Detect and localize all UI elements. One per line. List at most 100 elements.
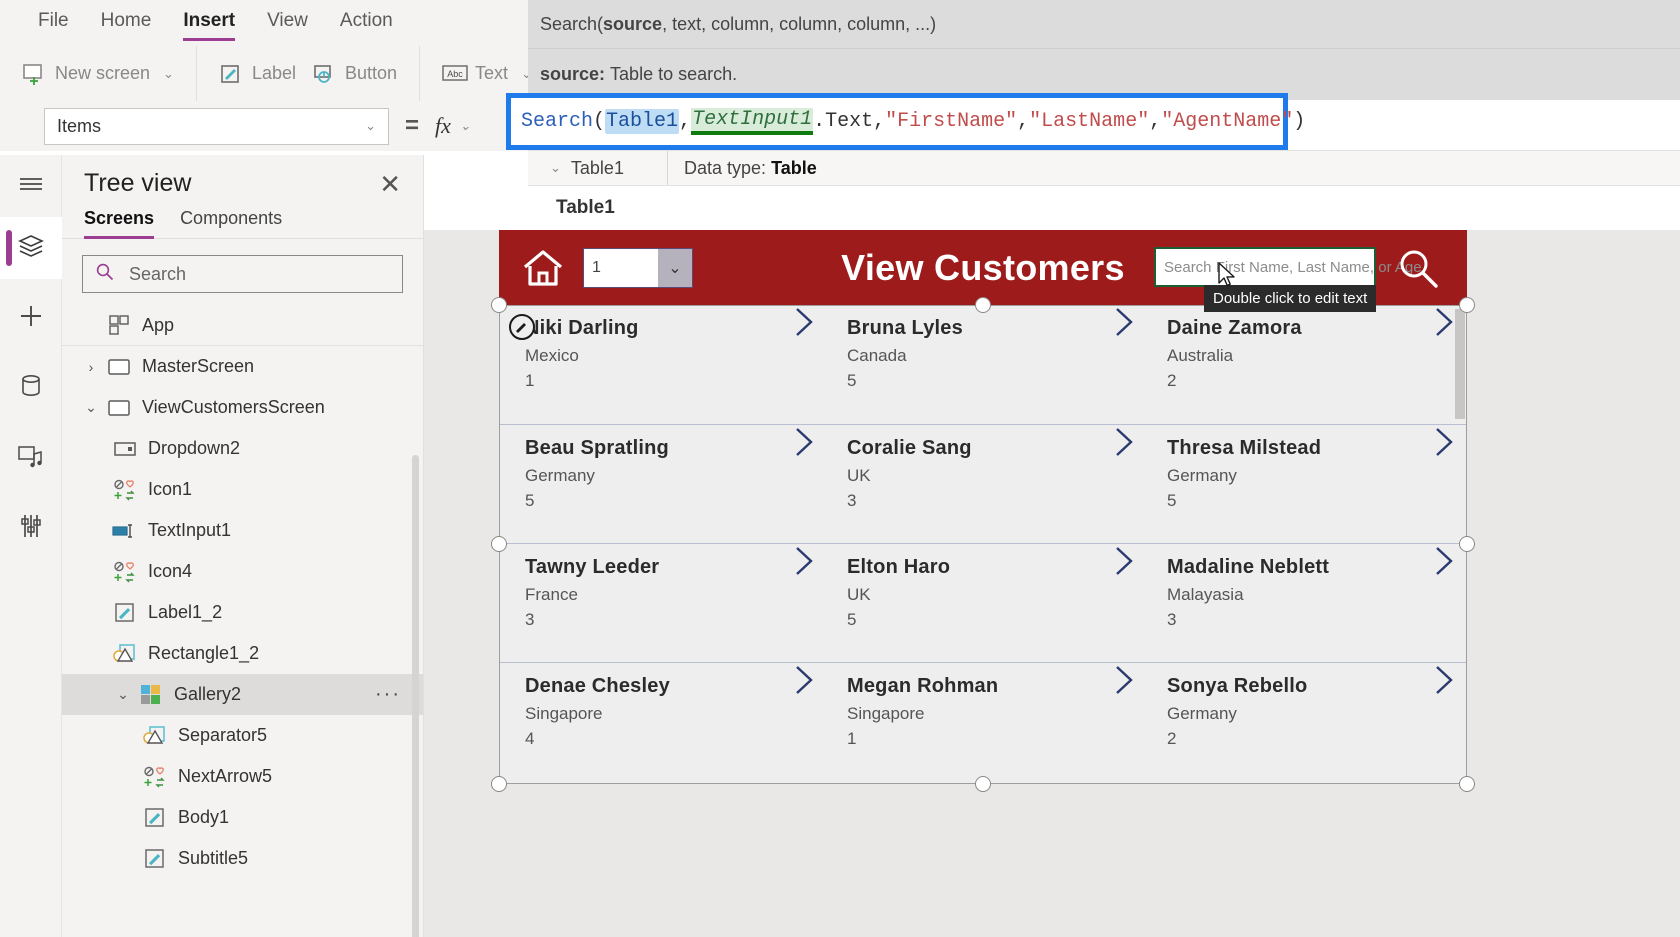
property-dropdown[interactable]: Items ⌄ (44, 107, 389, 145)
next-arrow-icon[interactable] (791, 544, 817, 578)
customer-name: Daine Zamora (1167, 317, 1302, 339)
tree-node-label: Icon4 (148, 561, 193, 581)
menu-item-view[interactable]: View (267, 10, 308, 36)
next-arrow-icon[interactable] (791, 663, 817, 697)
twisty-expanded-icon[interactable]: ⌄ (78, 399, 104, 416)
resize-handle-middle-left[interactable] (491, 536, 507, 552)
next-arrow-icon[interactable] (1431, 544, 1457, 578)
gallery-item[interactable]: Thresa Milstead Germany 5 (1167, 437, 1467, 533)
tree-node-icon1[interactable]: Icon1 (62, 469, 423, 510)
new-screen-button[interactable]: New screen ⌄ (14, 59, 182, 89)
fx-toggle-button[interactable]: fx ⌄ (435, 113, 471, 139)
tree-node-body1[interactable]: Body1 (62, 797, 423, 838)
resize-handle-bottom-left[interactable] (491, 776, 507, 792)
gallery-scrollbar[interactable] (1455, 309, 1465, 419)
next-arrow-icon[interactable] (1111, 425, 1137, 459)
insert-button-button[interactable]: Button (304, 59, 405, 89)
layers-icon (17, 233, 45, 264)
gallery-row[interactable]: Denae Chesley Singapore 4 Megan Rohman S… (499, 662, 1467, 781)
next-arrow-icon[interactable] (1431, 663, 1457, 697)
hamburger-icon (16, 174, 46, 199)
tree-node-subtitle5[interactable]: Subtitle5 (62, 838, 423, 879)
next-arrow-icon[interactable] (791, 305, 817, 339)
menu-item-file[interactable]: File (38, 10, 69, 36)
twisty-expanded-icon[interactable]: ⌄ (110, 686, 136, 703)
close-icon[interactable]: ✕ (379, 171, 401, 197)
gallery-row[interactable]: Niki Darling Mexico 1 Bruna Lyles Canada… (499, 305, 1467, 424)
resize-handle-top-center[interactable] (975, 297, 991, 313)
tree-node-label1-2[interactable]: Label1_2 (62, 592, 423, 633)
resize-handle-bottom-center[interactable] (975, 776, 991, 792)
next-arrow-icon[interactable] (1431, 305, 1457, 339)
chevron-down-icon[interactable]: ⌄ (658, 248, 692, 287)
datatype-value: Table (771, 157, 817, 178)
tree-node-masterscreen[interactable]: › MasterScreen (62, 346, 423, 387)
insert-label-button[interactable]: Label (211, 59, 304, 89)
tree-node-textinput1[interactable]: TextInput1 (62, 510, 423, 551)
menu-item-home[interactable]: Home (101, 10, 152, 36)
gallery-row[interactable]: Tawny Leeder France 3 Elton Haro UK 5 Ma… (499, 543, 1467, 662)
customer-name: Thresa Milstead (1167, 437, 1322, 459)
more-options-icon[interactable]: ··· (375, 683, 401, 706)
hamburger-menu-button[interactable] (0, 155, 62, 217)
tab-components[interactable]: Components (180, 208, 282, 238)
page-dropdown[interactable]: 1 ⌄ (583, 247, 693, 288)
next-arrow-icon[interactable] (1111, 663, 1137, 697)
rail-media-button[interactable] (0, 427, 62, 489)
result-table-toggle[interactable]: ⌄ Table1 (528, 151, 668, 185)
home-icon[interactable] (521, 247, 565, 289)
customer-country: Canada (847, 346, 907, 365)
page-dropdown-value: 1 (592, 258, 601, 276)
resize-handle-top-right[interactable] (1459, 297, 1475, 313)
rail-advanced-button[interactable] (0, 497, 62, 559)
customer-gallery[interactable]: Niki Darling Mexico 1 Bruna Lyles Canada… (499, 305, 1467, 784)
tree-node-app[interactable]: App (62, 305, 423, 346)
rail-insert-button[interactable] (0, 287, 62, 349)
tree-node-viewcustomersscreen[interactable]: ⌄ ViewCustomersScreen (62, 387, 423, 428)
customer-age: 5 (847, 371, 857, 390)
tree-search-box[interactable] (82, 255, 403, 293)
tree-node-icon4[interactable]: Icon4 (62, 551, 423, 592)
resize-handle-bottom-right[interactable] (1459, 776, 1475, 792)
formula-input-container[interactable]: Search(Table1, TextInput1 .Text, "FirstNa… (506, 93, 1305, 150)
formula-signature: Search(source, text, column, column, col… (528, 0, 1680, 48)
customer-age: 5 (525, 491, 535, 510)
tree-scrollbar[interactable] (412, 455, 419, 937)
insert-ribbon: New screen ⌄ Label Button Abc Text ⌄ (0, 46, 578, 101)
tab-screens[interactable]: Screens (84, 208, 155, 239)
tree-view-title: Tree view (84, 169, 192, 197)
next-arrow-icon[interactable] (1431, 425, 1457, 459)
insert-text-button[interactable]: Abc Text ⌄ (434, 59, 540, 89)
gallery-item[interactable]: Madaline Neblett Malayasia 3 (1167, 556, 1467, 652)
tooltip: Double click to edit text (1204, 285, 1377, 312)
rail-tree-view-button[interactable] (0, 217, 62, 279)
twisty-collapsed-icon[interactable]: › (78, 359, 104, 375)
selection-badge-icon[interactable] (509, 314, 535, 340)
search-icon[interactable] (1394, 246, 1442, 292)
next-arrow-icon[interactable] (1111, 544, 1137, 578)
tree-node-separator5[interactable]: Separator5 (62, 715, 423, 756)
token-function: Search (521, 110, 594, 133)
next-arrow-icon[interactable] (791, 425, 817, 459)
formula-input[interactable]: Search(Table1, TextInput1 .Text, "FirstNa… (511, 98, 1305, 145)
tree-node-label: Dropdown2 (148, 438, 241, 458)
gallery-item[interactable]: Sonya Rebello Germany 2 (1167, 675, 1467, 771)
resize-handle-middle-right[interactable] (1459, 536, 1475, 552)
database-icon (19, 373, 43, 404)
tree-node-dropdown2[interactable]: Dropdown2 (62, 428, 423, 469)
tree-node-rectangle1-2[interactable]: Rectangle1_2 (62, 633, 423, 674)
resize-handle-top-left[interactable] (491, 297, 507, 313)
arg-name: source: (540, 64, 606, 84)
menu-item-action[interactable]: Action (340, 10, 393, 36)
search-input[interactable] (127, 262, 367, 286)
customer-search-input[interactable]: Search First Name, Last Name, or Age (1154, 247, 1422, 287)
screen-icon (104, 357, 134, 377)
next-arrow-icon[interactable] (1111, 305, 1137, 339)
gallery-item[interactable]: Daine Zamora Australia 2 (1167, 317, 1467, 413)
customer-country: Singapore (525, 704, 603, 723)
gallery-row[interactable]: Beau Spratling Germany 5 Coralie Sang UK… (499, 424, 1467, 543)
tree-node-nextarrow5[interactable]: NextArrow5 (62, 756, 423, 797)
tree-node-gallery2[interactable]: ⌄ Gallery2 ··· (62, 674, 423, 715)
menu-item-insert[interactable]: Insert (183, 10, 235, 41)
rail-data-button[interactable] (0, 357, 62, 419)
